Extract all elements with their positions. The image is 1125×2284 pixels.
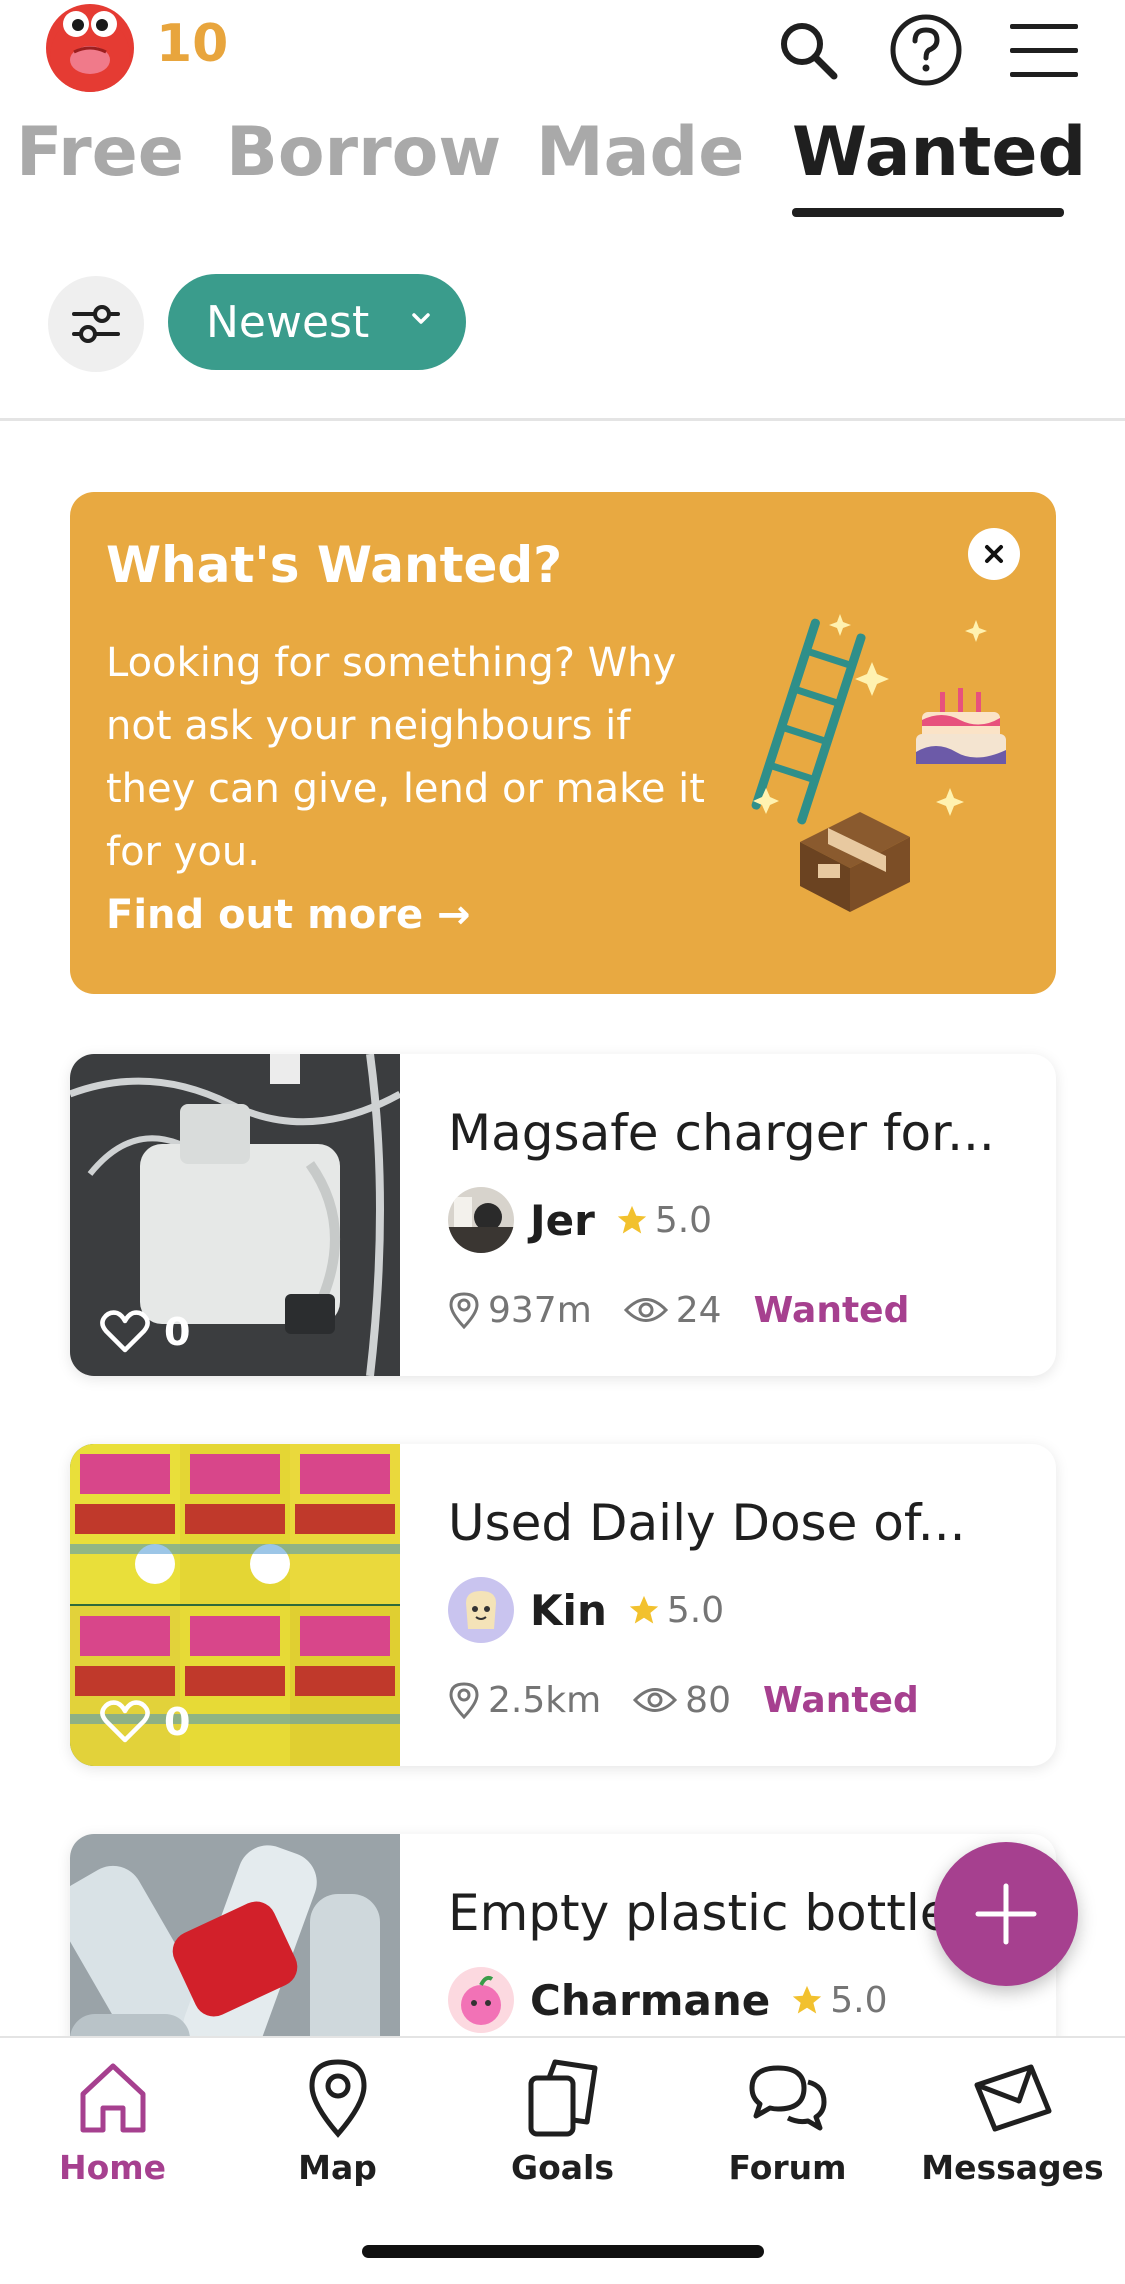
listing-meta: 2.5km 80 Wanted: [448, 1672, 919, 1728]
user-rating: 5.0: [615, 1200, 712, 1241]
tab-borrow[interactable]: Borrow: [226, 108, 501, 198]
tab-wanted[interactable]: Wanted: [792, 108, 1086, 198]
nav-label: Messages: [921, 2148, 1104, 2187]
listing-card[interactable]: 0 Used Daily Dose of... Kin 5.0 2.5km 80…: [70, 1444, 1056, 1766]
nav-label: Forum: [728, 2148, 847, 2187]
top-bar: 10: [0, 0, 1125, 100]
goals-icon: [528, 2059, 597, 2137]
distance-value: 2.5km: [488, 1679, 602, 1721]
likes-count: 0: [164, 1700, 191, 1744]
tab-free[interactable]: Free: [16, 108, 184, 198]
user-rating: 5.0: [627, 1590, 724, 1631]
points-count: 10: [156, 14, 229, 74]
banner-title: What's Wanted?: [106, 536, 563, 594]
likes-counter[interactable]: 0: [100, 1700, 190, 1744]
likes-count: 0: [164, 1310, 191, 1354]
rating-value: 5.0: [654, 1199, 713, 1241]
eye-icon: [633, 1688, 678, 1712]
distance-value: 937m: [488, 1289, 592, 1331]
user-name: Kin: [530, 1585, 607, 1635]
nav-forum[interactable]: Forum: [675, 2048, 900, 2198]
box-icon: [800, 812, 910, 912]
status-badge: Wanted: [762, 1679, 919, 1721]
listing-card[interactable]: 0 Magsafe charger for... Jer 5.0 937m 24…: [70, 1054, 1056, 1376]
status-badge: Wanted: [753, 1289, 910, 1331]
tab-made[interactable]: Made: [536, 108, 744, 198]
heart-icon: [100, 1700, 150, 1743]
forum-icon: [749, 2065, 826, 2131]
listing-meta: 937m 24 Wanted: [448, 1282, 909, 1338]
listing-title: Used Daily Dose of...: [448, 1494, 966, 1552]
distance: 937m: [448, 1290, 592, 1331]
nav-map[interactable]: Map: [225, 2048, 450, 2198]
star-icon: [629, 1595, 659, 1624]
banner-text: Looking for something? Why not ask your …: [106, 640, 705, 875]
divider: [0, 418, 1125, 421]
user-name: Jer: [530, 1195, 595, 1245]
listing-user[interactable]: Kin 5.0: [448, 1576, 724, 1644]
sort-dropdown[interactable]: Newest: [168, 274, 466, 370]
nav-label: Home: [58, 2148, 167, 2187]
sliders-icon: [72, 305, 120, 343]
home-indicator: [362, 2245, 764, 2258]
mascot-avatar[interactable]: [46, 4, 134, 92]
listing-title: Empty plastic bottle: [448, 1884, 951, 1942]
sort-label: Newest: [206, 296, 370, 348]
avatar: [448, 1187, 514, 1253]
listing-body: Used Daily Dose of... Kin 5.0 2.5km 80 W…: [448, 1444, 1016, 1766]
listing-user[interactable]: Jer 5.0: [448, 1186, 712, 1254]
distance: 2.5km: [448, 1680, 601, 1721]
map-pin-icon: [308, 2059, 367, 2138]
star-icon: [617, 1205, 646, 1234]
search-icon: [781, 23, 838, 80]
listing-title: Magsafe charger for...: [448, 1104, 995, 1162]
wanted-info-banner: What's Wanted? Looking for something? Wh…: [70, 492, 1056, 994]
location-pin-icon: [449, 1682, 479, 1719]
search-button[interactable]: [766, 8, 850, 92]
category-tabs: Free Borrow Made Wanted: [0, 108, 1125, 220]
chevron-down-icon: [412, 313, 430, 324]
menu-icon: [1010, 24, 1078, 77]
listing-body: Magsafe charger for... Jer 5.0 937m 24 W…: [448, 1054, 1016, 1376]
home-icon: [80, 2063, 145, 2133]
help-button[interactable]: [884, 8, 968, 92]
plus-icon: [975, 1883, 1037, 1945]
avatar: [448, 1967, 514, 2033]
filter-row: Newest: [0, 272, 1125, 372]
likes-counter[interactable]: 0: [100, 1310, 190, 1354]
mascot-icon: [50, 11, 130, 92]
nav-goals[interactable]: Goals: [450, 2048, 675, 2198]
wanted-illustration: [751, 614, 1006, 912]
rating-value: 5.0: [830, 1979, 888, 2021]
star-icon: [793, 1985, 822, 2014]
user-name: Charmane: [530, 1975, 771, 2025]
nav-home[interactable]: Home: [0, 2048, 225, 2198]
heart-icon: [100, 1310, 150, 1353]
help-icon: [890, 14, 962, 86]
user-rating: 5.0: [790, 1979, 888, 2021]
listing-user[interactable]: Charmane 5.0: [448, 1966, 888, 2034]
views: 24: [623, 1289, 722, 1331]
menu-button[interactable]: [1002, 8, 1086, 92]
filter-button[interactable]: [48, 276, 144, 372]
eye-icon: [623, 1298, 668, 1322]
active-tab-indicator: [792, 208, 1064, 217]
nav-label: Map: [298, 2148, 377, 2187]
cake-icon: [916, 688, 1006, 764]
find-out-more-link[interactable]: Find out more →: [106, 892, 471, 938]
close-icon: [985, 545, 1003, 563]
nav-messages[interactable]: Messages: [900, 2048, 1125, 2198]
add-listing-button[interactable]: [934, 1842, 1078, 1986]
rating-value: 5.0: [666, 1589, 725, 1631]
views: 80: [633, 1680, 731, 1721]
avatar: [448, 1577, 514, 1643]
envelope-icon: [974, 2064, 1051, 2132]
location-pin-icon: [449, 1292, 479, 1329]
views-count: 24: [675, 1289, 722, 1331]
views-count: 80: [685, 1679, 731, 1721]
nav-label: Goals: [511, 2148, 614, 2187]
banner-close-button[interactable]: [968, 528, 1020, 580]
